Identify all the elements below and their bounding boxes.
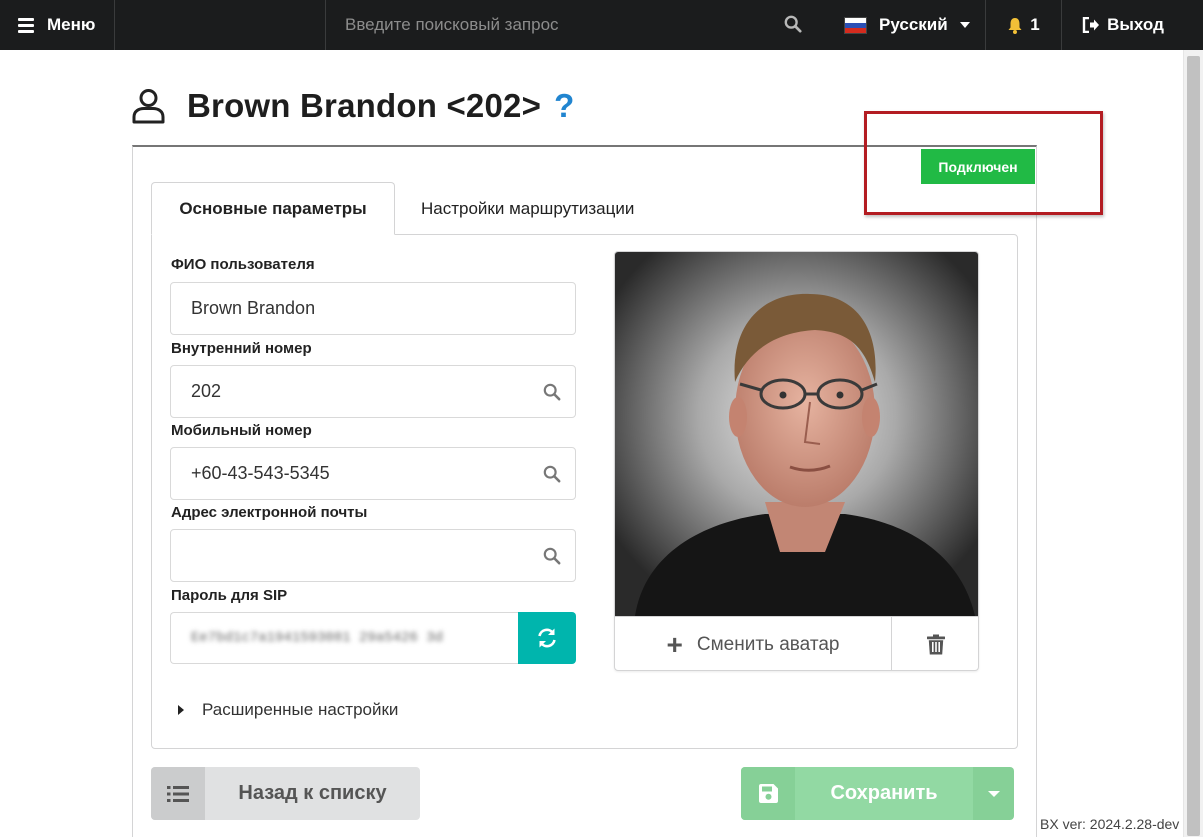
advanced-settings-label: Расширенные настройки bbox=[202, 700, 399, 719]
fio-input[interactable] bbox=[171, 283, 531, 334]
sip-password-input[interactable] bbox=[171, 613, 511, 663]
language-label: Русский bbox=[879, 15, 948, 34]
search-icon[interactable] bbox=[784, 15, 802, 33]
mobile-label: Мобильный номер bbox=[171, 422, 312, 439]
menu-label: Меню bbox=[47, 15, 96, 34]
notifications-count: 1 bbox=[1030, 15, 1040, 34]
tab-routing[interactable]: Настройки маршрутизации bbox=[395, 182, 660, 235]
search-icon[interactable] bbox=[543, 547, 561, 565]
email-field bbox=[170, 529, 576, 582]
generate-password-button[interactable] bbox=[518, 612, 576, 664]
back-to-list-label: Назад к списку bbox=[238, 782, 387, 804]
fio-label: ФИО пользователя bbox=[171, 256, 315, 273]
save-button[interactable]: Сохранить bbox=[741, 767, 973, 820]
caret-down-icon bbox=[987, 790, 1000, 797]
page-header: Brown Brandon <202> ? bbox=[132, 84, 574, 128]
language-dropdown[interactable]: Русский bbox=[830, 0, 985, 50]
global-search-input[interactable] bbox=[326, 15, 756, 35]
change-avatar-label: Сменить аватар bbox=[696, 633, 840, 655]
extension-input[interactable] bbox=[171, 366, 531, 417]
delete-avatar-button[interactable] bbox=[892, 617, 978, 670]
page-scrollbar[interactable] bbox=[1183, 50, 1203, 837]
extension-label: Внутренний номер bbox=[171, 340, 312, 357]
question-icon[interactable]: ? bbox=[554, 87, 574, 125]
email-label: Адрес электронной почты bbox=[171, 504, 368, 521]
search-icon[interactable] bbox=[543, 465, 561, 483]
refresh-icon bbox=[538, 628, 556, 648]
avatar-image bbox=[615, 252, 978, 616]
avatar-card: + Сменить аватар bbox=[614, 251, 979, 671]
scrollbar-thumb[interactable] bbox=[1187, 56, 1200, 836]
trash-icon bbox=[927, 634, 945, 655]
logout-label: Выход bbox=[1107, 15, 1164, 34]
sign-out-icon bbox=[1082, 17, 1100, 33]
annotation-highlight-box bbox=[864, 111, 1103, 215]
email-input[interactable] bbox=[171, 530, 531, 581]
caret-right-icon bbox=[178, 705, 184, 715]
save-icon bbox=[741, 767, 795, 820]
sip-password-field bbox=[170, 612, 519, 664]
top-navbar: Меню Русский 1 Выход bbox=[0, 0, 1203, 50]
sip-password-label: Пароль для SIP bbox=[171, 587, 288, 604]
save-label: Сохранить bbox=[830, 782, 938, 804]
list-icon bbox=[151, 767, 205, 820]
avatar-actions: + Сменить аватар bbox=[615, 616, 978, 670]
fio-field bbox=[170, 282, 576, 335]
page-title: Brown Brandon <202> bbox=[187, 87, 542, 124]
russian-flag-icon bbox=[845, 17, 866, 33]
back-to-list-button[interactable]: Назад к списку bbox=[151, 767, 420, 820]
version-label: BX ver: 2024.2.28-dev bbox=[1040, 816, 1180, 832]
logout-button[interactable]: Выход bbox=[1063, 0, 1183, 50]
bell-icon bbox=[1008, 17, 1022, 34]
notifications-button[interactable]: 1 bbox=[985, 0, 1062, 50]
search-icon[interactable] bbox=[543, 383, 561, 401]
hamburger-icon bbox=[18, 15, 34, 36]
mobile-input[interactable] bbox=[171, 448, 531, 499]
extension-field bbox=[170, 365, 576, 418]
tabs: Основные параметры Настройки маршрутизац… bbox=[151, 182, 660, 235]
menu-button[interactable]: Меню bbox=[0, 0, 115, 50]
tab-general[interactable]: Основные параметры bbox=[151, 182, 395, 235]
advanced-settings-toggle[interactable]: Расширенные настройки bbox=[178, 699, 398, 721]
change-avatar-button[interactable]: + Сменить аватар bbox=[615, 617, 892, 670]
user-icon bbox=[132, 89, 165, 124]
mobile-field bbox=[170, 447, 576, 500]
plus-icon: + bbox=[666, 628, 683, 660]
global-search bbox=[325, 0, 816, 50]
save-options-dropdown[interactable] bbox=[973, 767, 1014, 820]
chevron-down-icon bbox=[959, 22, 970, 28]
